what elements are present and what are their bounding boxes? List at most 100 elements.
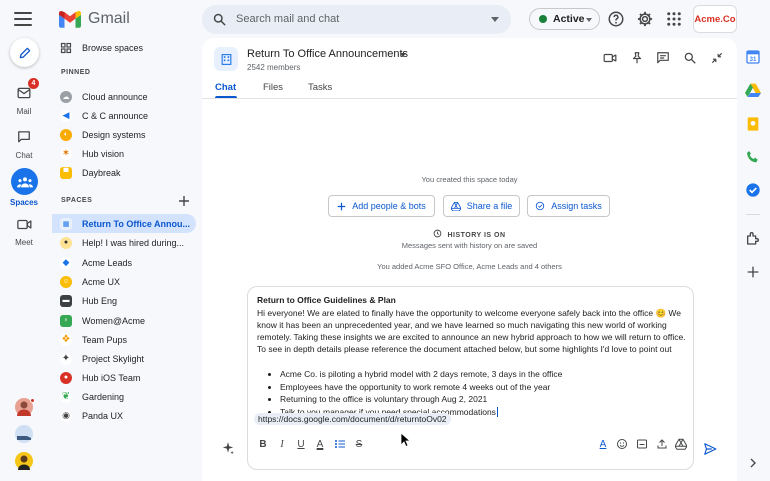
ux-icon: ☺	[60, 275, 72, 288]
sidebar-item-panda-ux[interactable]: ◉ Panda UX	[52, 406, 196, 425]
member-count: 2542 members	[247, 63, 301, 72]
formatting-toggle-icon[interactable]: A	[597, 438, 609, 450]
history-subtext: Messages sent with history on are saved	[401, 241, 538, 250]
search-options-icon[interactable]	[491, 17, 499, 22]
gardening-icon: ❦	[60, 390, 72, 403]
bold-icon[interactable]: B	[257, 438, 269, 450]
upload-icon[interactable]	[656, 438, 668, 450]
gmail-logo[interactable]: Gmail	[59, 10, 130, 28]
search-input[interactable]: Search mail and chat	[236, 13, 339, 25]
tab-divider	[202, 98, 737, 99]
leads-icon: ◆	[60, 256, 72, 269]
sidebar-item-help-hired[interactable]: ● Help! I was hired during...	[52, 233, 196, 252]
add-icon[interactable]	[745, 264, 761, 280]
pin-icon[interactable]	[630, 51, 644, 65]
text-color-icon[interactable]: A	[314, 438, 326, 450]
account-logo[interactable]: Acme.Co	[693, 5, 737, 33]
search-icon[interactable]	[683, 51, 697, 65]
voice-phone-icon[interactable]	[745, 149, 761, 165]
spaces-icon	[16, 176, 33, 187]
space-avatar[interactable]	[214, 47, 238, 71]
assign-tasks-button[interactable]: Assign tasks	[527, 195, 610, 217]
rail-spaces[interactable]	[11, 168, 38, 195]
bulleted-list-icon[interactable]	[334, 438, 346, 450]
spaces-header: SPACES	[61, 197, 93, 204]
help-icon[interactable]	[607, 10, 625, 28]
document-link[interactable]: https://docs.google.com/document/d/retur…	[254, 413, 451, 425]
svg-text:31: 31	[750, 57, 757, 63]
sidebar-item-gardening[interactable]: ❦ Gardening	[52, 387, 196, 406]
avatar[interactable]	[15, 425, 33, 443]
smart-compose-sparkle-icon[interactable]	[221, 441, 235, 455]
sidebar-item-label: Team Pups	[82, 334, 128, 345]
emoji-icon[interactable]	[616, 438, 628, 450]
gear-icon[interactable]	[636, 10, 654, 28]
main-menu-icon[interactable]	[14, 12, 32, 26]
threads-icon[interactable]	[656, 51, 670, 65]
space-title[interactable]: Return To Office Announcements	[247, 48, 408, 60]
rail-meet[interactable]: Meet	[0, 217, 48, 247]
apps-grid-icon[interactable]	[665, 10, 683, 28]
drive-attach-icon[interactable]	[675, 438, 687, 450]
search-bar[interactable]: Search mail and chat	[202, 5, 511, 34]
status-selector[interactable]: Active	[529, 8, 600, 30]
rail-chat[interactable]: Chat	[0, 130, 48, 160]
drive-app-icon[interactable]	[745, 82, 761, 98]
sidebar-item-label: Women@Acme	[82, 315, 145, 326]
gif-icon[interactable]	[636, 438, 648, 450]
sidebar-item-daybreak[interactable]: ▀ Daybreak	[52, 163, 196, 182]
sidebar-item-team-pups[interactable]: ❖ Team Pups	[52, 330, 196, 349]
rail-mail-label: Mail	[16, 107, 32, 116]
message-composer[interactable]: Return to Office Guidelines & Plan Hi ev…	[247, 286, 694, 470]
rail-mail[interactable]: Mail	[0, 86, 48, 116]
sidebar-item-hub-vision[interactable]: ✶ Hub vision	[52, 144, 196, 163]
browse-grid-icon	[60, 42, 72, 53]
chevron-down-icon[interactable]	[400, 53, 406, 57]
person-avatar-icon	[18, 455, 30, 470]
rail-spaces-label: Spaces	[9, 198, 39, 207]
status-label: Active	[553, 13, 585, 25]
strikethrough-icon[interactable]: S	[353, 438, 365, 450]
sidebar-item-design-systems[interactable]: ◐ Design systems	[52, 125, 196, 144]
side-panel-divider	[746, 214, 760, 215]
video-call-icon[interactable]	[603, 51, 617, 65]
avatar-status-dot	[30, 398, 35, 403]
panda-icon: ◉	[60, 409, 72, 422]
rail-chat-label: Chat	[15, 151, 33, 160]
add-people-bots-button[interactable]: Add people & bots	[328, 195, 435, 217]
design-icon: ◐	[60, 128, 72, 141]
tasks-app-icon[interactable]	[745, 182, 761, 198]
browse-spaces-item[interactable]: Browse spaces	[52, 38, 196, 57]
calendar-icon[interactable]: 31	[745, 49, 761, 65]
sidebar-item-cloud-announce[interactable]: ☁ Cloud announce	[52, 87, 196, 106]
tab-files[interactable]: Files	[263, 82, 283, 93]
add-ons-puzzle-icon[interactable]	[745, 230, 761, 246]
sidebar-item-hub-ios[interactable]: ● Hub iOS Team	[52, 368, 196, 387]
italic-icon[interactable]: I	[276, 438, 288, 450]
tab-tasks[interactable]: Tasks	[308, 82, 332, 93]
sidebar-item-hub-eng[interactable]: ▬ Hub Eng	[52, 291, 196, 310]
sidebar-item-project-skylight[interactable]: ✦ Project Skylight	[52, 349, 196, 368]
women-icon: ♀	[60, 314, 72, 327]
sidebar-item-cc-announce[interactable]: ◀ C & C announce	[52, 106, 196, 125]
list-item: Returning to the office is voluntary thr…	[280, 393, 680, 406]
gmail-m-icon	[59, 10, 81, 28]
compose-button[interactable]	[10, 38, 39, 67]
avatar[interactable]	[15, 452, 33, 470]
chevron-right-icon[interactable]	[745, 455, 761, 471]
underline-icon[interactable]: U	[295, 438, 307, 450]
search-icon[interactable]	[212, 12, 227, 27]
sidebar-item-acme-ux[interactable]: ☺ Acme UX	[52, 272, 196, 291]
chevron-down-icon	[586, 18, 592, 22]
tab-chat[interactable]: Chat	[215, 82, 236, 93]
pencil-icon	[19, 47, 30, 58]
sidebar-item-acme-leads[interactable]: ◆ Acme Leads	[52, 253, 196, 272]
keep-icon[interactable]	[745, 116, 761, 132]
collapse-icon[interactable]	[710, 51, 724, 65]
send-icon[interactable]	[703, 442, 717, 456]
sidebar-item-women-acme[interactable]: ♀ Women@Acme	[52, 311, 196, 330]
add-space-icon[interactable]	[178, 195, 190, 207]
share-file-label: Share a file	[466, 201, 513, 211]
share-file-button[interactable]: Share a file	[443, 195, 520, 217]
sidebar-item-return-to-office[interactable]: ▦ Return To Office Annou...	[52, 214, 196, 233]
